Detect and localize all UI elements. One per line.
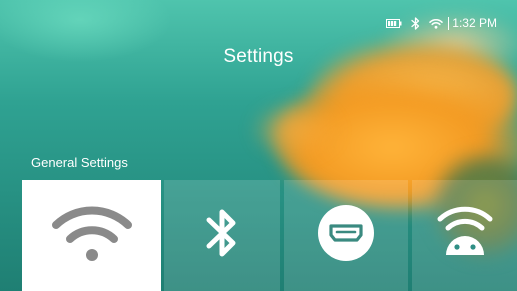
- tile-android-wifi[interactable]: [412, 180, 517, 291]
- tile-hdmi[interactable]: [284, 180, 408, 291]
- clock-time: 1:32 PM: [452, 16, 497, 30]
- bluetooth-icon: [411, 16, 420, 30]
- tile-bluetooth[interactable]: [164, 180, 280, 291]
- wifi-icon: [429, 18, 444, 29]
- status-bar: 1:32 PM: [377, 14, 497, 32]
- tile-wifi[interactable]: [22, 180, 161, 291]
- page-title: Settings: [223, 46, 294, 67]
- android-wifi-icon: [435, 203, 495, 268]
- hdmi-icon: [316, 203, 376, 268]
- battery-icon: [386, 18, 402, 28]
- wifi-icon: [51, 203, 132, 268]
- status-separator: [448, 16, 450, 30]
- bluetooth-icon: [202, 203, 242, 268]
- section-label-general-settings: General Settings: [31, 155, 128, 170]
